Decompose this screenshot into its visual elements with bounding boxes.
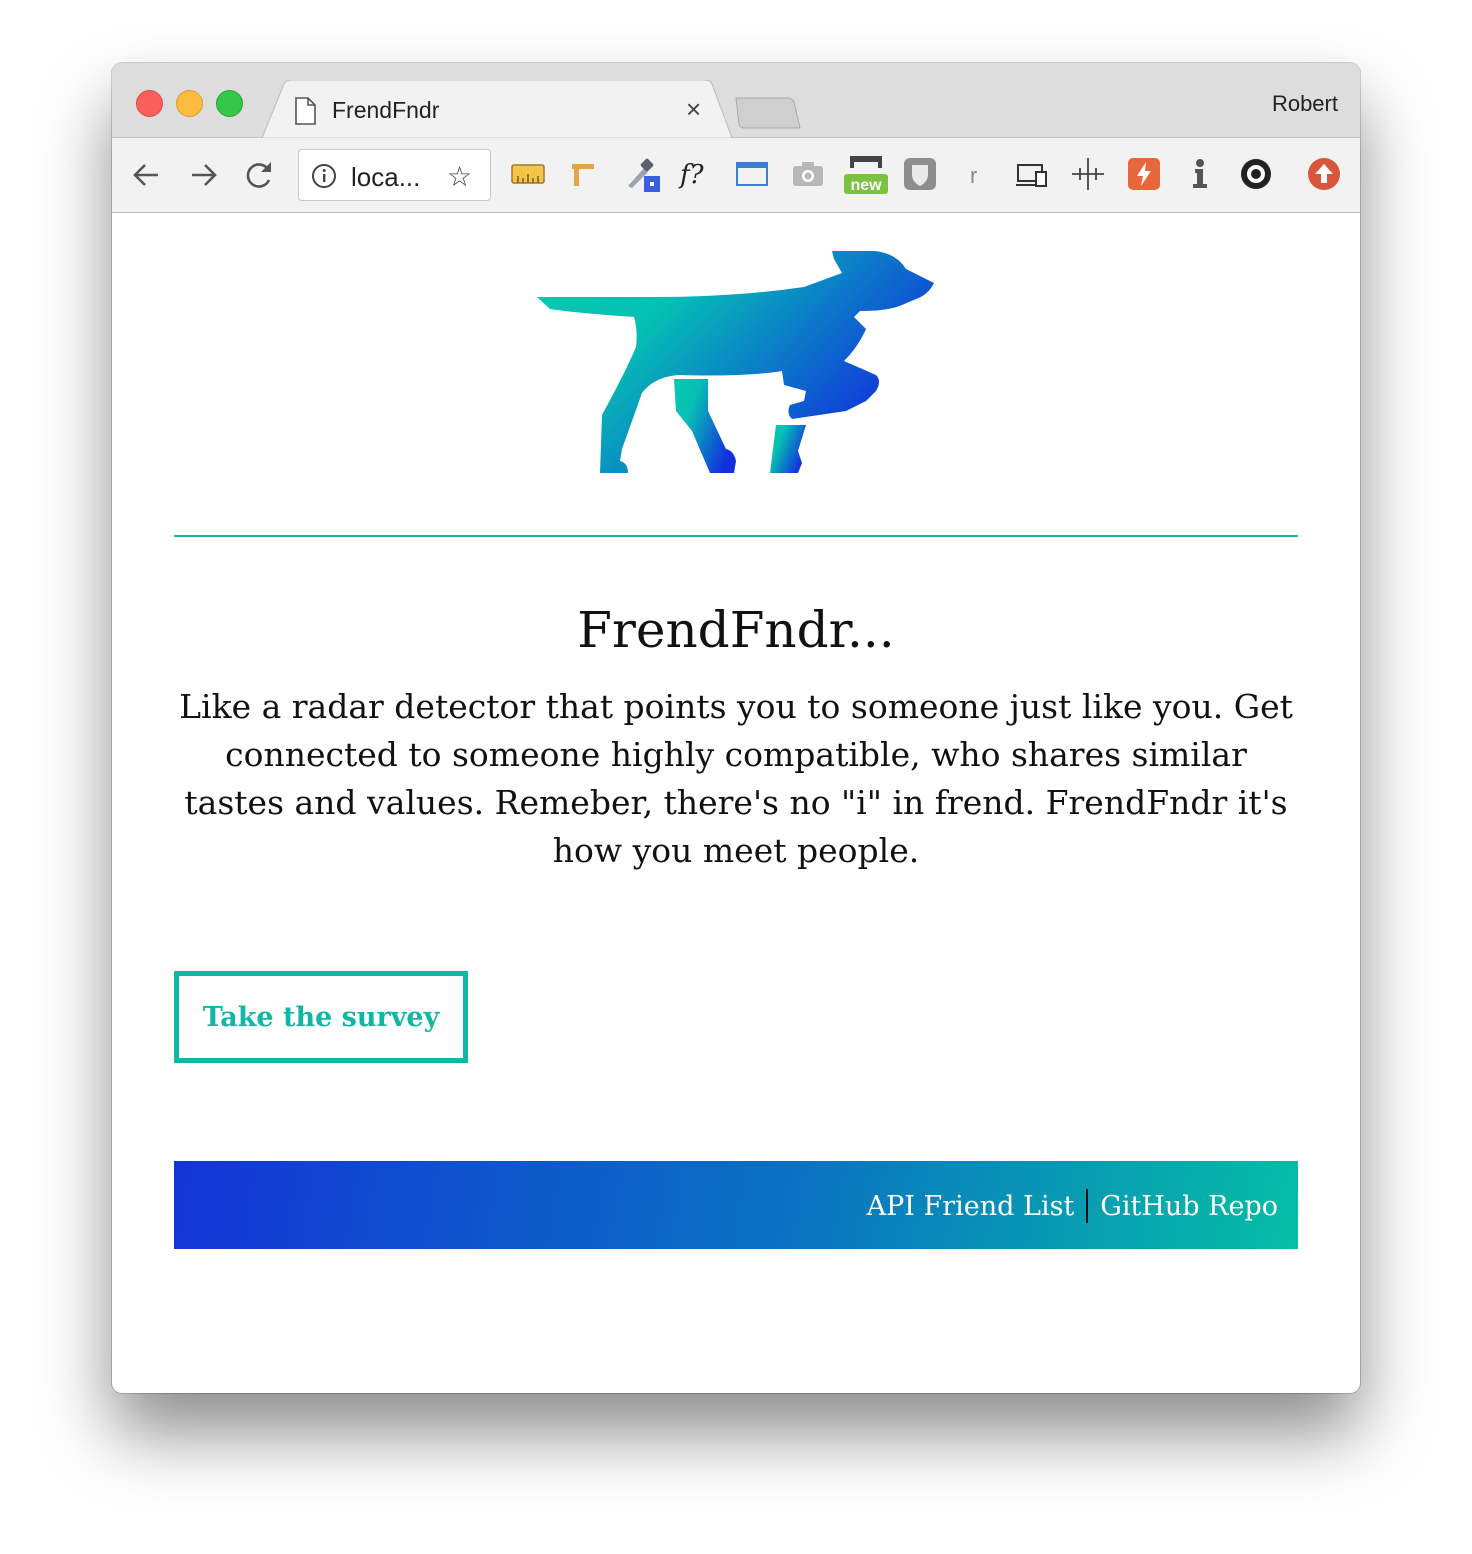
tab-close-icon[interactable]: × — [686, 94, 701, 125]
page-content: FrendFndr... Like a radar detector that … — [112, 213, 1360, 1393]
url-text[interactable]: loca... — [351, 162, 420, 193]
page-title: FrendFndr... — [577, 601, 895, 659]
reload-icon[interactable] — [242, 158, 276, 192]
tagline: Like a radar detector that points you to… — [179, 687, 1293, 870]
footer-bar: API Friend List GitHub Repo — [174, 1161, 1298, 1249]
gear-icon[interactable] — [1238, 156, 1274, 192]
take-survey-button[interactable]: Take the survey — [174, 971, 468, 1063]
tab-frendfndr[interactable]: FrendFndr × — [262, 80, 732, 138]
r-icon-label: r — [970, 163, 977, 188]
info-icon[interactable] — [311, 163, 337, 189]
forward-icon[interactable] — [186, 158, 220, 192]
r-icon[interactable]: r — [958, 156, 994, 192]
new-tab-button[interactable] — [734, 96, 802, 130]
footer-separator — [1086, 1189, 1089, 1223]
tab-strip: FrendFndr × Robert — [112, 63, 1360, 138]
shield-icon[interactable] — [902, 156, 938, 192]
maximize-window-button[interactable] — [216, 90, 243, 117]
screenshot-camera-icon[interactable] — [790, 156, 826, 192]
dog-logo — [537, 251, 934, 473]
section-divider — [174, 535, 1298, 537]
new-badge-label: new — [850, 177, 882, 194]
footer-links: API Friend List GitHub Repo — [867, 1189, 1278, 1223]
github-repo-link[interactable]: GitHub Repo — [1100, 1191, 1278, 1222]
browser-window: FrendFndr × Robert loca... ☆ f? new r Fr… — [112, 63, 1360, 1393]
minimize-window-button[interactable] — [176, 90, 203, 117]
toolbar: loca... ☆ f? new r — [112, 138, 1360, 213]
tab-title: FrendFndr — [332, 97, 440, 123]
new-badge-icon[interactable]: new — [844, 152, 888, 194]
profile-name[interactable]: Robert — [1272, 91, 1338, 117]
font-identify-icon[interactable]: f? — [678, 156, 714, 192]
move-cross-icon[interactable] — [1070, 156, 1106, 192]
close-window-button[interactable] — [136, 90, 163, 117]
api-friend-list-link[interactable]: API Friend List — [867, 1191, 1075, 1222]
measure-icon[interactable] — [566, 156, 602, 192]
window-resize-icon[interactable] — [734, 156, 770, 192]
address-bar[interactable]: loca... ☆ — [298, 149, 491, 201]
ruler-icon[interactable] — [510, 156, 546, 192]
info-figure-icon[interactable] — [1182, 156, 1218, 192]
bookmark-star-icon[interactable]: ☆ — [447, 160, 472, 193]
page-icon — [295, 97, 316, 125]
upload-arrow-icon[interactable] — [1306, 156, 1342, 192]
font-identify-label: f? — [678, 160, 705, 190]
color-picker-icon[interactable] — [624, 156, 660, 192]
back-icon[interactable] — [130, 158, 164, 192]
lightning-icon[interactable] — [1126, 156, 1162, 192]
responsive-devices-icon[interactable] — [1014, 156, 1050, 192]
